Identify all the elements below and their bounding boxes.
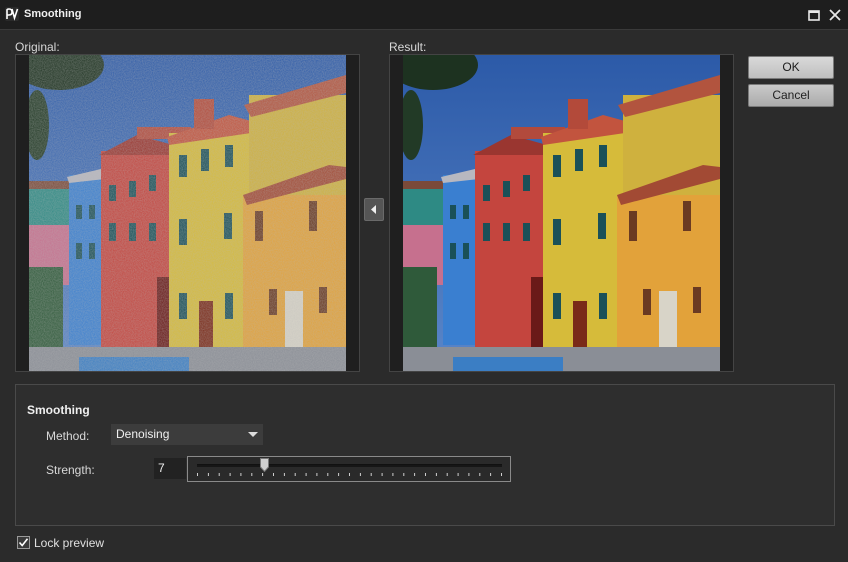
slider-tick [316, 473, 318, 476]
method-select[interactable]: Denoising [111, 424, 263, 445]
slider-tick [490, 473, 492, 476]
window-title: Smoothing [24, 8, 82, 20]
slider-tick [305, 473, 307, 476]
copy-left-arrow-icon [371, 205, 376, 214]
slider-tick [207, 473, 209, 476]
original-label: Original: [15, 40, 60, 54]
lock-preview-box[interactable] [17, 536, 30, 549]
slider-tick [425, 473, 426, 476]
original-preview-image[interactable] [29, 55, 346, 371]
slider-tick [435, 473, 437, 476]
strength-label: Strength: [46, 463, 95, 477]
slider-tick [446, 473, 448, 476]
slider-tick [403, 473, 405, 476]
copy-to-original-button[interactable] [364, 198, 384, 221]
slider-tick [273, 473, 274, 476]
slider-tick [251, 473, 253, 476]
strength-input[interactable]: 7 [154, 458, 186, 479]
slider-tick [414, 473, 416, 476]
section-title: Smoothing [27, 403, 90, 417]
result-preview-image[interactable] [403, 55, 720, 371]
slider-tick [218, 473, 220, 476]
slider-tick [338, 473, 340, 476]
app-icon [5, 7, 19, 21]
result-label: Result: [389, 40, 427, 54]
result-preview-frame [389, 54, 734, 372]
ok-button[interactable]: OK [748, 56, 834, 79]
cancel-button[interactable]: Cancel [748, 84, 834, 107]
slider-tick [381, 473, 383, 476]
slider-track [197, 464, 502, 467]
slider-tick [283, 473, 285, 476]
slider-tick [327, 473, 329, 476]
title-bar: Smoothing [0, 0, 848, 30]
slider-tick [294, 473, 296, 476]
strength-slider[interactable] [187, 456, 511, 482]
slider-tick [479, 473, 481, 476]
slider-tick [197, 473, 198, 476]
lock-preview-label: Lock preview [34, 536, 105, 550]
original-preview-frame [15, 54, 360, 372]
slider-tick [262, 473, 264, 476]
smoothing-settings-panel: Smoothing Method: Denoising Strength: 7 [15, 384, 835, 526]
method-label: Method: [46, 429, 90, 443]
slider-tick [359, 473, 361, 476]
slider-tick [468, 473, 470, 476]
dropdown-chevron-icon [248, 432, 258, 437]
maximize-icon[interactable] [806, 7, 822, 23]
method-select-value: Denoising [116, 427, 170, 441]
slider-tick [229, 473, 231, 476]
slider-ticks [197, 473, 502, 476]
slider-tick [501, 473, 502, 476]
slider-tick [349, 473, 350, 476]
slider-tick [240, 473, 242, 476]
slider-tick [370, 473, 372, 476]
slider-tick [392, 473, 394, 476]
close-icon[interactable] [827, 7, 843, 23]
slider-tick [457, 473, 459, 476]
slider-thumb[interactable] [259, 458, 269, 472]
checkmark-icon [18, 538, 29, 547]
